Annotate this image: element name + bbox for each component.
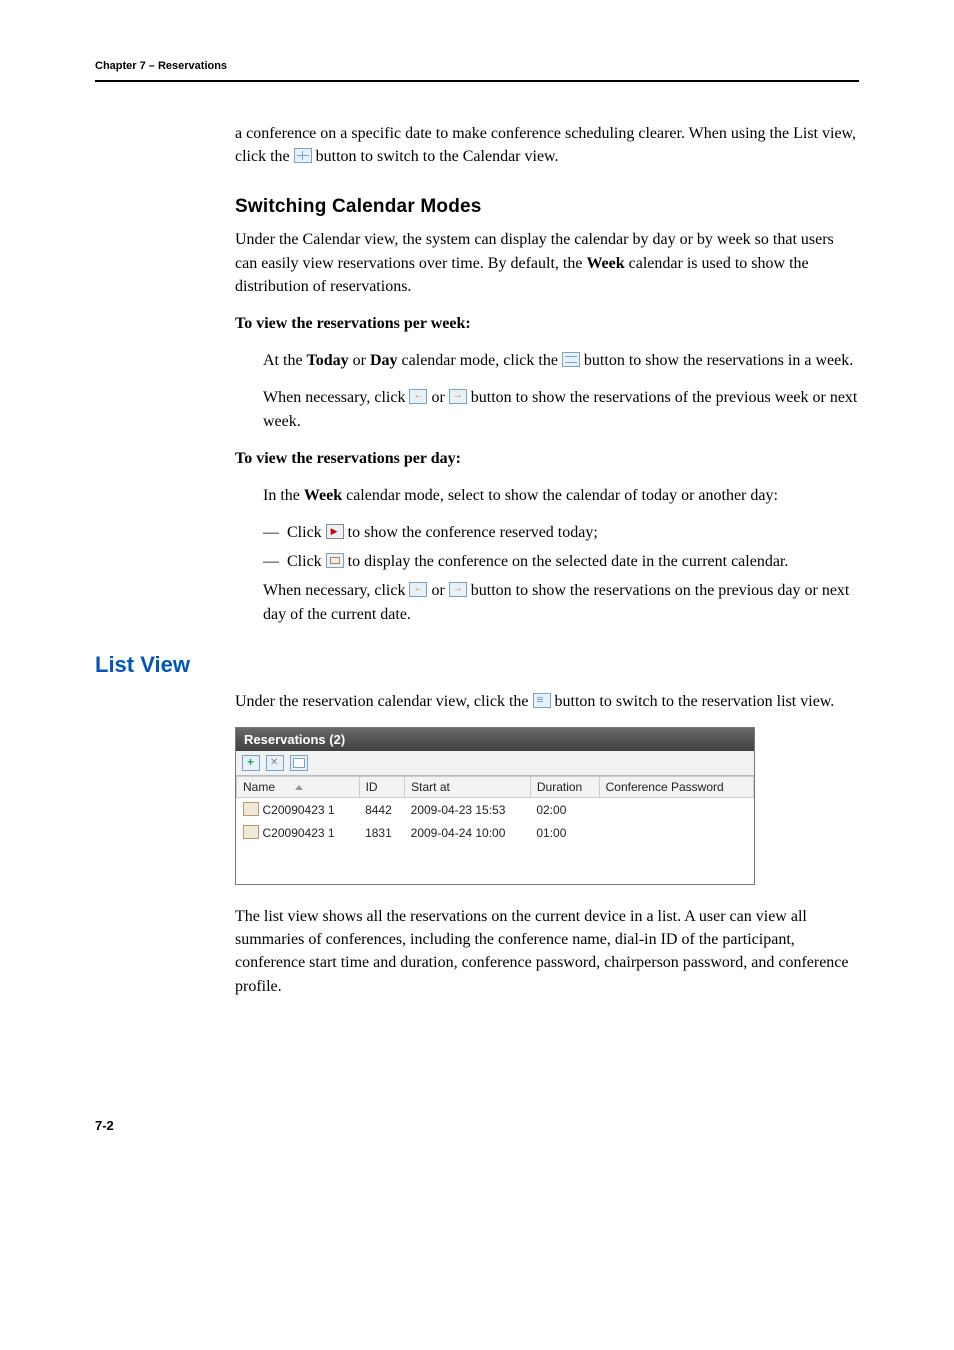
day-p2-b: or xyxy=(431,582,448,599)
lv-p1-b: button to switch to the reservation list… xyxy=(555,693,835,710)
switching-paragraph: Under the Calendar view, the system can … xyxy=(235,228,859,298)
reservations-table: Name ID Start at Duration Conference Pas… xyxy=(236,776,754,844)
day-p1-a: In the xyxy=(263,487,304,504)
intro-text-b: button to switch to the Calendar view. xyxy=(316,148,559,165)
day-p1-c: calendar mode, select to show the calend… xyxy=(342,487,778,504)
cell-confpw xyxy=(599,821,753,844)
intro-paragraph: a conference on a specific date to make … xyxy=(235,122,859,168)
week-p2-a: When necessary, click xyxy=(263,389,409,406)
week-p1-c: or xyxy=(349,352,370,369)
reservations-panel: Reservations (2) Name ID Start at Durati… xyxy=(235,727,755,885)
panel-toolbar xyxy=(236,751,754,776)
week-p1-f: button to show the reservations in a wee… xyxy=(584,352,853,369)
cell-id: 1831 xyxy=(359,821,405,844)
day-dash-2: Click to display the conference on the s… xyxy=(263,550,859,573)
today-icon xyxy=(326,524,344,539)
day-p2-a: When necessary, click xyxy=(263,582,409,599)
col-id[interactable]: ID xyxy=(359,777,405,798)
delete-reservation-icon[interactable] xyxy=(266,755,284,771)
sort-asc-icon xyxy=(295,785,303,790)
prev-day-icon xyxy=(409,582,427,597)
day-bold: Day xyxy=(370,352,398,369)
cell-name: C20090423 1 xyxy=(263,803,335,817)
day-dash-1: Click to show the conference reserved to… xyxy=(263,521,859,544)
col-name-label: Name xyxy=(243,780,275,794)
add-reservation-icon[interactable] xyxy=(242,755,260,771)
section-switching-heading: Switching Calendar Modes xyxy=(235,196,859,218)
cell-start: 2009-04-24 10:00 xyxy=(405,821,531,844)
next-week-icon xyxy=(449,389,467,404)
week-bold: Week xyxy=(586,255,624,272)
reservation-row-icon xyxy=(243,825,259,839)
list-view-p1: Under the reservation calendar view, cli… xyxy=(235,690,859,713)
list-view-icon xyxy=(533,693,551,708)
calendar-view-icon[interactable] xyxy=(290,755,308,771)
table-row[interactable]: C20090423 1 8442 2009-04-23 15:53 02:00 xyxy=(237,798,754,822)
chapter-header: Chapter 7 – Reservations xyxy=(95,60,859,72)
panel-titlebar: Reservations (2) xyxy=(236,728,754,751)
today-bold: Today xyxy=(307,352,349,369)
list-view-p2: The list view shows all the reservations… xyxy=(235,905,859,998)
col-duration[interactable]: Duration xyxy=(530,777,599,798)
table-row[interactable]: C20090423 1 1831 2009-04-24 10:00 01:00 xyxy=(237,821,754,844)
page-number: 7-2 xyxy=(95,1118,859,1133)
week-p2: When necessary, click or button to show … xyxy=(263,386,859,432)
lv-p1-a: Under the reservation calendar view, cli… xyxy=(235,693,533,710)
day-d1-b: to show the conference reserved today; xyxy=(348,524,598,541)
view-per-week-heading: To view the reservations per week: xyxy=(235,312,859,335)
week-bold-2: Week xyxy=(304,487,342,504)
col-start[interactable]: Start at xyxy=(405,777,531,798)
cell-start: 2009-04-23 15:53 xyxy=(405,798,531,822)
week-p1-e: calendar mode, click the xyxy=(398,352,562,369)
day-p1: In the Week calendar mode, select to sho… xyxy=(263,484,859,507)
week-view-icon xyxy=(562,352,580,367)
cell-name: C20090423 1 xyxy=(263,826,335,840)
col-confpw[interactable]: Conference Password xyxy=(599,777,753,798)
calendar-grid-icon xyxy=(294,148,312,163)
header-rule xyxy=(95,80,859,82)
view-per-day-heading: To view the reservations per day: xyxy=(235,447,859,470)
day-calendar-icon xyxy=(326,553,344,568)
day-d1-a: Click xyxy=(287,524,326,541)
day-p2: When necessary, click or button to show … xyxy=(263,579,859,625)
week-p1: At the Today or Day calendar mode, click… xyxy=(263,349,859,372)
day-d2-a: Click xyxy=(287,553,326,570)
list-view-heading: List View xyxy=(95,652,859,678)
reservation-row-icon xyxy=(243,802,259,816)
col-name[interactable]: Name xyxy=(237,777,360,798)
prev-week-icon xyxy=(409,389,427,404)
cell-id: 8442 xyxy=(359,798,405,822)
cell-confpw xyxy=(599,798,753,822)
cell-duration: 01:00 xyxy=(530,821,599,844)
day-d2-b: to display the conference on the selecte… xyxy=(348,553,789,570)
next-day-icon xyxy=(449,582,467,597)
cell-duration: 02:00 xyxy=(530,798,599,822)
week-p1-a: At the xyxy=(263,352,307,369)
week-p2-b: or xyxy=(431,389,448,406)
